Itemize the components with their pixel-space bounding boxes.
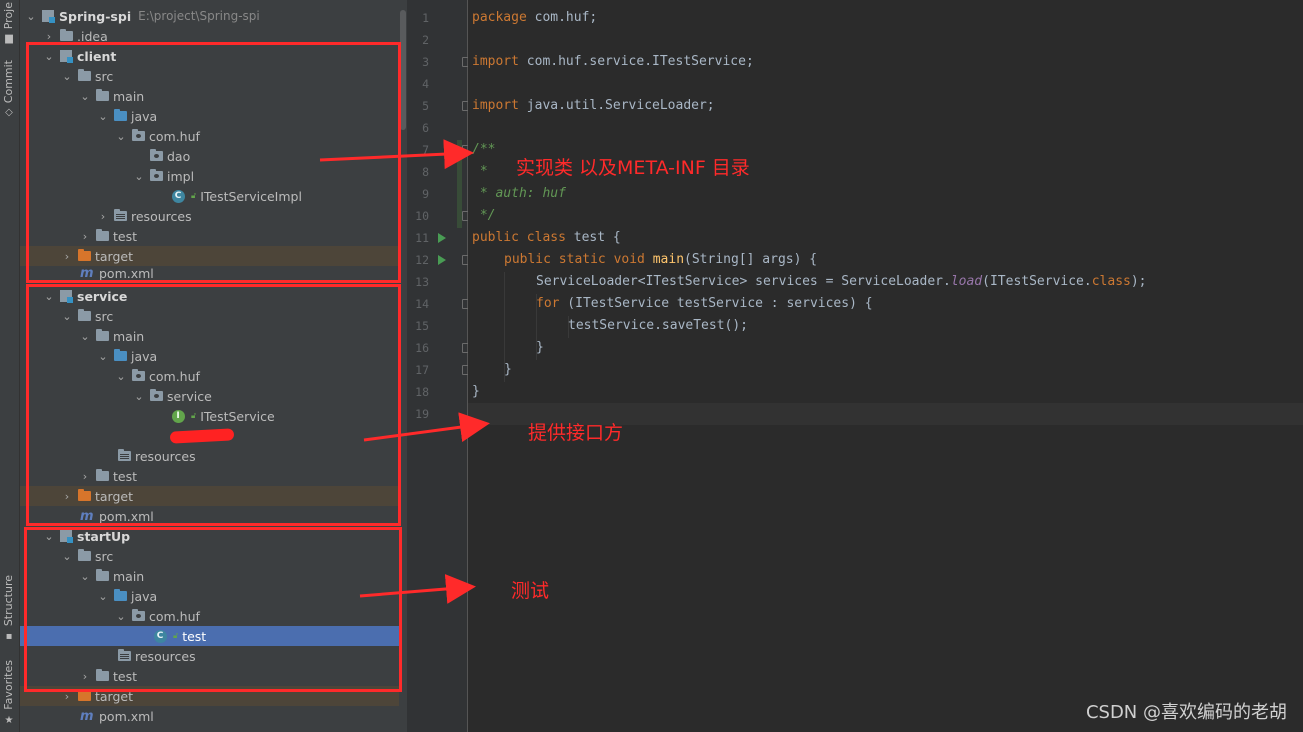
code-line-5: import java.util.ServiceLoader; (472, 98, 715, 113)
folder-icon: ▆ (5, 33, 13, 44)
code-line-13: ServiceLoader<ITestService> services = S… (536, 274, 1147, 289)
line-number: 4 (422, 77, 429, 91)
annotation-box-service (26, 284, 401, 526)
line-number: 8 (422, 165, 429, 179)
tree-root[interactable]: ⌄ Spring-spi E:\project\Spring-spi (20, 6, 407, 26)
commit-icon: ◇ (5, 107, 13, 118)
line-number: 14 (415, 297, 429, 311)
watermark: CSDN @喜欢编码的老胡 (1085, 702, 1287, 723)
run-class-icon[interactable] (438, 233, 446, 243)
code-line-1: package com.huf; (472, 10, 598, 25)
line-number: 15 (415, 319, 429, 333)
line-number: 13 (415, 275, 429, 289)
folder-icon (59, 29, 73, 41)
line-number: 10 (415, 209, 429, 223)
line-number: 12 (415, 253, 429, 267)
excluded-folder-icon (77, 689, 91, 701)
line-number: 11 (415, 231, 429, 245)
code-line-3: import com.huf.service.ITestService; (472, 54, 754, 69)
editor-gutter: 1 2 3 4 5 6 7 8 9 10 11 12 13 14 15 16 1… (407, 0, 471, 732)
vcs-change-marker (457, 140, 462, 228)
run-main-icon[interactable] (438, 255, 446, 265)
line-number: 17 (415, 363, 429, 377)
tree-item-pom[interactable]: m pom.xml (20, 706, 407, 726)
code-line-17: } (504, 362, 512, 377)
chevron-down-icon[interactable]: ⌄ (24, 9, 38, 23)
annotation-startup-text: 测试 (511, 580, 550, 602)
code-line-15: testService.saveTest(); (568, 318, 749, 333)
code-line-16: } (536, 340, 544, 355)
star-icon: ★ (4, 715, 14, 726)
code-line-18: } (472, 384, 480, 399)
project-tool-tab[interactable]: Proje (2, 2, 15, 29)
code-line-14: for (ITestService testService : services… (536, 296, 873, 311)
line-number: 1 (422, 11, 429, 25)
code-line-10: */ (472, 208, 496, 223)
code-line-8: * (472, 164, 488, 179)
line-number: 7 (422, 143, 429, 157)
line-number: 16 (415, 341, 429, 355)
structure-tool-tab[interactable]: Structure (2, 575, 15, 626)
code-line-9: * auth: huf (472, 186, 566, 201)
code-line-7: /** (472, 142, 496, 157)
module-icon (42, 10, 55, 23)
line-number: 2 (422, 33, 429, 47)
tool-window-strip: Proje ▆ Commit ◇ Structure ▪ Favorites ★ (0, 0, 20, 732)
code-line-11: public class test { (472, 230, 621, 245)
line-number: 3 (422, 55, 429, 69)
line-number: 18 (415, 385, 429, 399)
chevron-right-icon[interactable]: › (42, 29, 56, 43)
structure-icon: ▪ (5, 631, 13, 642)
annotation-service-text: 提供接口方 (528, 422, 624, 444)
line-number: 5 (422, 99, 429, 113)
favorites-tool-tab[interactable]: Favorites (2, 660, 15, 710)
annotation-box-startup (24, 527, 402, 692)
line-number: 6 (422, 121, 429, 135)
annotation-box-client (26, 42, 401, 283)
commit-tool-tab[interactable]: Commit (2, 60, 15, 103)
code-line-12: public static void main(String[] args) { (504, 252, 818, 267)
annotation-client-text: 实现类 以及META-INF 目录 (516, 157, 750, 179)
line-number: 9 (422, 187, 429, 201)
maven-icon: m (80, 708, 94, 724)
line-number: 19 (415, 407, 429, 421)
